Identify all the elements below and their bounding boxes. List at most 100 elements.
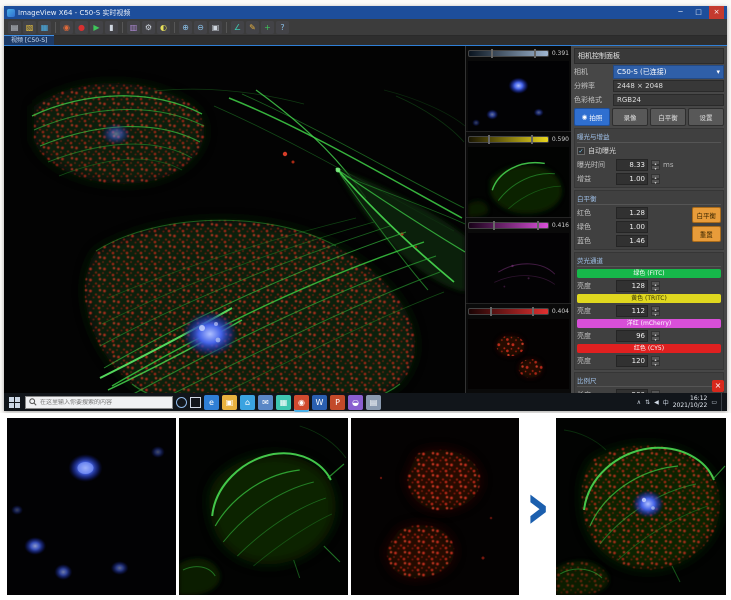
channel-color-bar-magenta: 洋红 (mCherry) [577, 319, 721, 328]
green-level-slider[interactable]: 0.590 [468, 134, 569, 145]
open-folder-icon[interactable]: ▧ [23, 21, 36, 34]
workspace: 0.391 [4, 46, 727, 393]
task-view-icon[interactable] [190, 397, 201, 408]
ime-language-indicator[interactable]: 中 [663, 398, 669, 407]
channel-thumbnail-green[interactable] [468, 147, 569, 217]
exposure-time-input[interactable]: 8.33 [616, 159, 648, 171]
wb-blue-input[interactable]: 1.46 [616, 235, 648, 247]
wb-green-input[interactable]: 1.00 [616, 221, 648, 233]
pause-icon[interactable]: ▮ [105, 21, 118, 34]
taskbar-app-file-explorer[interactable]: ▣ [222, 395, 237, 410]
magenta-brightness-input[interactable]: 96 [616, 330, 648, 342]
taskbar-app-edge[interactable]: e [204, 395, 219, 410]
slider-handle[interactable] [534, 49, 536, 58]
taskbar-app-notepad[interactable]: ▤ [366, 395, 381, 410]
red-stepper[interactable]: ▴▾ [651, 356, 660, 366]
channel-thumbnail-red[interactable] [468, 319, 569, 389]
measure-icon[interactable]: ∠ [231, 21, 244, 34]
spin-down-icon[interactable]: ▾ [651, 361, 660, 366]
close-button[interactable]: × [709, 6, 724, 19]
play-icon[interactable]: ▶ [90, 21, 103, 34]
record-icon[interactable]: ● [75, 21, 88, 34]
green-brightness-input[interactable]: 128 [616, 280, 648, 292]
maximize-button[interactable]: □ [691, 6, 706, 19]
volume-icon[interactable]: ◀ [654, 399, 659, 406]
exposure-stepper[interactable]: ▴▾ [651, 160, 660, 170]
red-brightness-input[interactable]: 120 [616, 355, 648, 367]
format-label: 色彩格式 [574, 95, 610, 105]
fit-screen-icon[interactable]: ▣ [209, 21, 222, 34]
slider-handle[interactable] [491, 49, 493, 58]
save-icon[interactable]: ▦ [38, 21, 51, 34]
slider-track[interactable] [468, 222, 549, 229]
wb-reset-button[interactable]: 重置 [692, 226, 722, 242]
slider-handle[interactable] [531, 135, 533, 144]
slider-handle[interactable] [493, 221, 495, 230]
wb-apply-button[interactable]: 白平衡 [692, 207, 722, 223]
spin-down-icon[interactable]: ▾ [651, 286, 660, 291]
image-viewport[interactable] [4, 46, 465, 393]
cortana-icon[interactable] [176, 397, 187, 408]
taskbar-app-imageview[interactable]: ◉ [294, 395, 309, 410]
new-file-icon[interactable]: ▤ [8, 21, 21, 34]
spin-down-icon[interactable]: ▾ [651, 311, 660, 316]
crosshair-icon[interactable]: + [261, 21, 274, 34]
taskbar-app-store[interactable]: ⌂ [240, 395, 255, 410]
auto-exposure-checkbox[interactable]: ✓ [577, 147, 585, 155]
snap-button[interactable]: ◉ 拍照 [574, 108, 610, 126]
slider-track[interactable] [468, 50, 549, 57]
slider-handle[interactable] [488, 135, 490, 144]
show-desktop-button[interactable] [721, 393, 724, 411]
spin-down-icon[interactable]: ▾ [651, 165, 660, 170]
slider-handle[interactable] [490, 307, 492, 316]
channel-color-bar-yellow: 黄色 (TRITC) [577, 294, 721, 303]
white-balance-icon[interactable]: ◐ [157, 21, 170, 34]
green-stepper[interactable]: ▴▾ [651, 281, 660, 291]
slider-handle[interactable] [537, 221, 539, 230]
browse-icon[interactable]: ▥ [127, 21, 140, 34]
magenta-stepper[interactable]: ▴▾ [651, 331, 660, 341]
search-input[interactable] [40, 399, 169, 406]
taskbar-clock[interactable]: 16:12 2021/10/22 [673, 395, 708, 409]
notification-close-button[interactable]: × [712, 380, 724, 392]
action-center-icon[interactable]: ▭ [711, 399, 717, 406]
network-icon[interactable]: ⇅ [645, 399, 650, 406]
hidden-icons-caret[interactable]: ∧ [637, 399, 641, 406]
snap-icon[interactable]: ◉ [60, 21, 73, 34]
taskbar-app-mail[interactable]: ✉ [258, 395, 273, 410]
annotate-icon[interactable]: ✎ [246, 21, 259, 34]
spin-down-icon[interactable]: ▾ [651, 179, 660, 184]
help-icon[interactable]: ? [276, 21, 289, 34]
taskbar-app-photos[interactable]: ▦ [276, 395, 291, 410]
wb-blue-label: 蓝色 [577, 236, 613, 246]
taskbar-app-word[interactable]: W [312, 395, 327, 410]
taskbar-search[interactable] [25, 396, 173, 409]
taskbar-app-powerpoint[interactable]: P [330, 395, 345, 410]
zoom-out-icon[interactable]: ⊖ [194, 21, 207, 34]
channel-thumbnail-magenta[interactable] [468, 233, 569, 303]
wb-red-input[interactable]: 1.28 [616, 207, 648, 219]
yellow-stepper[interactable]: ▴▾ [651, 306, 660, 316]
camera-select[interactable]: C50-S (已连接) ▾ [613, 65, 724, 79]
record-button[interactable]: 录像 [612, 108, 648, 126]
zoom-in-icon[interactable]: ⊕ [179, 21, 192, 34]
blue-level-slider[interactable]: 0.391 [468, 48, 569, 59]
white-balance-button[interactable]: 白平衡 [650, 108, 686, 126]
slider-track[interactable] [468, 308, 549, 315]
spin-down-icon[interactable]: ▾ [651, 336, 660, 341]
start-button[interactable] [7, 395, 22, 410]
gain-stepper[interactable]: ▴▾ [651, 174, 660, 184]
gain-input[interactable]: 1.00 [616, 173, 648, 185]
document-tab[interactable]: 视频 [C50-S] [4, 35, 54, 45]
slider-track[interactable] [468, 136, 549, 143]
red-level-slider[interactable]: 0.404 [468, 306, 569, 317]
yellow-brightness-input[interactable]: 112 [616, 305, 648, 317]
settings-icon[interactable]: ⚙ [142, 21, 155, 34]
fluorescence-channels-group: 荧光通道 绿色 (FITC) 亮度 128 ▴▾ 黄色 (TRITC) 亮度 1… [574, 252, 724, 370]
slider-handle[interactable] [532, 307, 534, 316]
minimize-button[interactable]: ─ [673, 6, 688, 19]
taskbar-app-chat[interactable]: ◒ [348, 395, 363, 410]
magenta-level-slider[interactable]: 0.416 [468, 220, 569, 231]
channel-thumbnail-blue[interactable] [468, 61, 569, 131]
settings-button[interactable]: 设置 [688, 108, 724, 126]
